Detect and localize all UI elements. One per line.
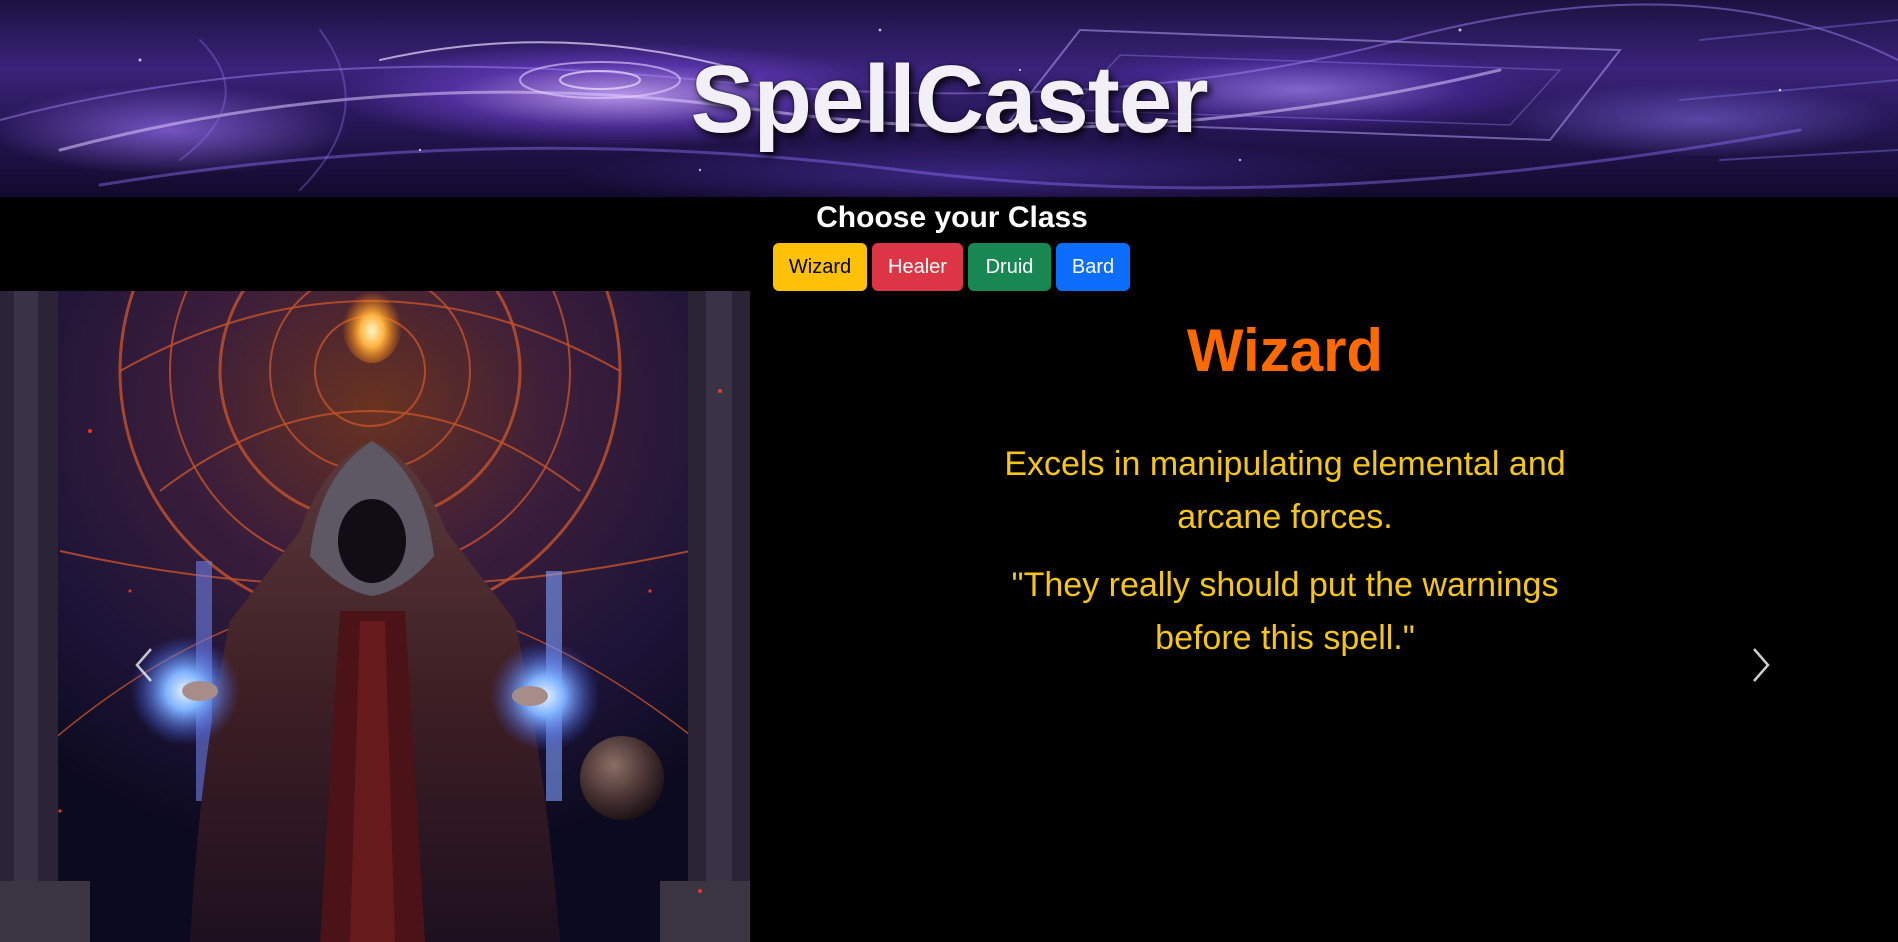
chevron-right-icon (1753, 648, 1770, 682)
class-button-group: Wizard Healer Druid Bard (773, 243, 1130, 291)
header-banner: SpellCaster (0, 0, 1898, 197)
carousel-prev-button[interactable] (125, 641, 165, 689)
wizard-portrait-image (0, 291, 750, 942)
class-title: Wizard (1186, 317, 1384, 384)
chevron-left-icon (135, 648, 152, 682)
class-description: Excels in manipulating elemental and arc… (1004, 445, 1566, 536)
bard-button[interactable]: Bard (1056, 243, 1130, 291)
class-quote: "They really should put the warnings bef… (1011, 566, 1559, 657)
wizard-button[interactable]: Wizard (773, 243, 867, 291)
druid-button[interactable]: Druid (968, 243, 1051, 291)
healer-button[interactable]: Healer (872, 243, 963, 291)
site-title: SpellCaster (690, 46, 1208, 153)
choose-class-heading: Choose your Class (816, 201, 1088, 234)
carousel-next-button[interactable] (1740, 641, 1780, 689)
class-carousel: Wizard Excels in manipulating elemental … (0, 291, 1898, 942)
